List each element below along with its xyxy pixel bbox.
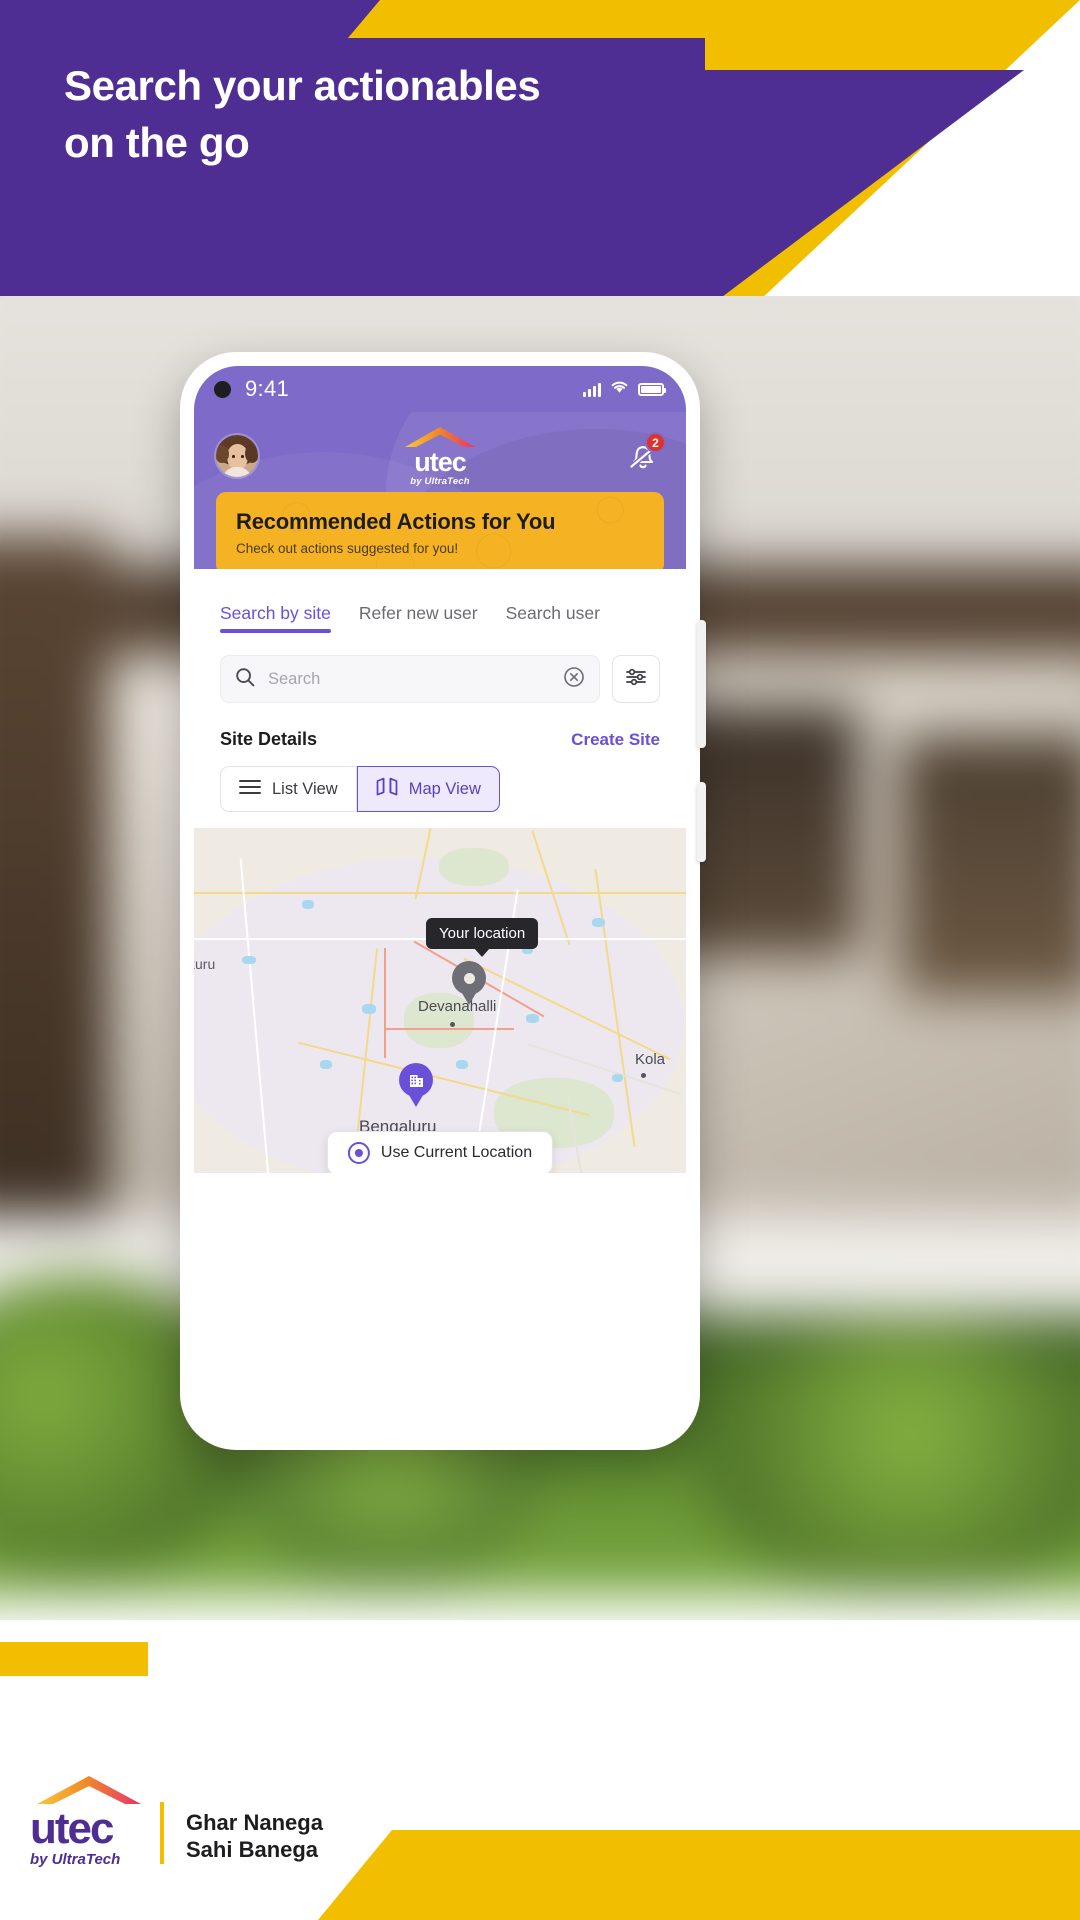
- utec-wordmark: utec: [414, 446, 467, 477]
- footer-divider: [160, 1802, 164, 1864]
- promo-banner: Search your actionables on the go: [0, 0, 1080, 300]
- footer-tagline: Ghar Nanega Sahi Banega: [186, 1810, 323, 1864]
- phone-mockup: 9:41 utec by UltraTech 2 Recommended Act…: [180, 352, 706, 1450]
- filter-sliders-icon: [625, 666, 647, 693]
- map-view[interactable]: kuru Devanahalli Bengaluru Kola Hosur ha…: [194, 828, 686, 1173]
- recommended-actions-card[interactable]: Recommended Actions for You Check out ac…: [216, 492, 664, 569]
- status-icons: [583, 379, 666, 399]
- utec-roof-icon: [36, 1773, 142, 1807]
- your-location-tooltip: Your location: [426, 918, 539, 957]
- list-lines-icon: [239, 779, 261, 800]
- site-details-title: Site Details: [220, 729, 318, 749]
- app-header-row: utec by UltraTech 2: [194, 412, 686, 490]
- app-header: utec by UltraTech 2 Recommended Actions …: [194, 412, 686, 569]
- filter-button[interactable]: [612, 655, 660, 703]
- search-input[interactable]: [268, 669, 550, 689]
- utec-roof-icon: [404, 425, 476, 449]
- promo-headline-line2: on the go: [64, 118, 250, 166]
- clear-circle-icon[interactable]: [563, 666, 585, 693]
- recommended-actions-subtitle: Check out actions suggested for you!: [236, 541, 459, 556]
- wifi-icon: [610, 379, 629, 399]
- map-folded-icon: [376, 777, 398, 801]
- footer-utec-byline: by UltraTech: [30, 1851, 121, 1868]
- map-label-kuru: kuru: [194, 956, 216, 972]
- footer-utec-wordmark: utec: [30, 1804, 114, 1854]
- promo-headline: Search your actionables on the go: [64, 58, 804, 171]
- list-view-button[interactable]: List View: [220, 766, 357, 812]
- search-row: [194, 633, 686, 703]
- footer-tagline-line2: Sahi Banega: [186, 1837, 319, 1863]
- tab-search-by-site[interactable]: Search by site: [220, 603, 331, 633]
- search-icon: [235, 667, 255, 692]
- map-pin-bengaluru-site[interactable]: [399, 1063, 433, 1107]
- avatar[interactable]: [216, 435, 258, 477]
- notification-badge: 2: [645, 432, 666, 453]
- signal-bars-icon: [583, 382, 601, 397]
- map-view-label: Map View: [408, 779, 481, 798]
- current-location-icon: [347, 1142, 370, 1164]
- camera-punchhole-icon: [214, 380, 231, 398]
- battery-icon: [638, 382, 666, 396]
- status-bar: 9:41: [194, 366, 686, 412]
- footer-logo-group: utec by UltraTech Ghar Nanega Sahi Baneg…: [30, 1773, 323, 1868]
- page-root: Search your actionables on the go 9:41 u…: [0, 0, 1080, 1920]
- phone-volume-button: [697, 620, 706, 748]
- app-logo: utec by UltraTech: [404, 425, 476, 488]
- use-current-location-label: Use Current Location: [380, 1144, 533, 1161]
- map-pin-your-location[interactable]: [452, 961, 486, 1005]
- list-view-label: List View: [272, 779, 338, 798]
- utec-byline: by UltraTech: [410, 476, 470, 488]
- promo-headline-line1: Search your actionables: [64, 62, 541, 109]
- search-tabs: Search by site Refer new user Search use…: [194, 603, 686, 633]
- phone-power-button: [697, 782, 706, 862]
- site-details-row: Site Details Create Site: [194, 703, 686, 750]
- footer-tagline-line1: Ghar Nanega: [186, 1810, 323, 1836]
- footer-yellow-accent-bottom: [318, 1830, 1080, 1920]
- status-time: 9:41: [245, 376, 290, 401]
- map-label-kola: Kola: [635, 1051, 666, 1068]
- use-current-location-button[interactable]: Use Current Location: [326, 1131, 554, 1173]
- search-box[interactable]: [220, 655, 600, 703]
- notification-bell-off-icon: [622, 445, 664, 481]
- phone-screen: 9:41 utec by UltraTech 2 Recommended Act…: [194, 366, 686, 1436]
- tab-search-user[interactable]: Search user: [506, 603, 600, 633]
- app-body: Search by site Refer new user Search use…: [194, 569, 686, 1173]
- view-toggle: List View Map View: [220, 766, 500, 812]
- footer-brand-bar: utec by UltraTech Ghar Nanega Sahi Baneg…: [0, 1620, 1080, 1920]
- create-site-link[interactable]: Create Site: [571, 730, 660, 750]
- tab-refer-new-user[interactable]: Refer new user: [359, 603, 478, 633]
- notification-button[interactable]: 2: [622, 432, 666, 477]
- footer-utec-logo: utec by UltraTech: [30, 1773, 142, 1868]
- map-view-button[interactable]: Map View: [356, 766, 500, 812]
- recommended-actions-title: Recommended Actions for You: [236, 509, 556, 534]
